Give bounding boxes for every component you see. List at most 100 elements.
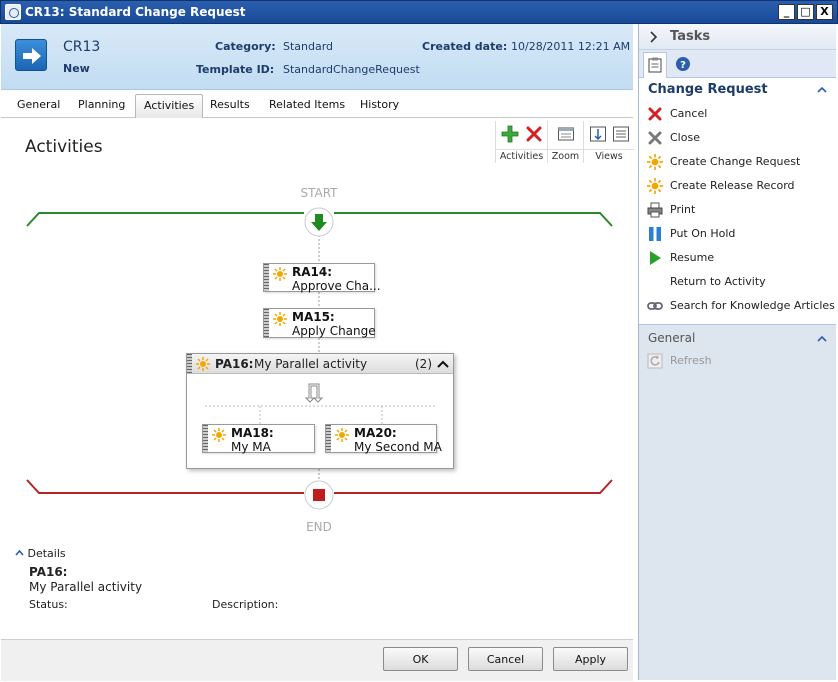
tasks-tabs: ? [639, 50, 836, 78]
tasks-header: Tasks [639, 24, 836, 50]
svg-text:?: ? [680, 60, 686, 71]
tab-planning[interactable]: Planning [70, 94, 133, 118]
task-create-change-request[interactable]: Create Change Request [647, 152, 832, 172]
created-date-label: Created date: [422, 40, 508, 53]
activities-panel: Activities Activities Zoom Views START R [1, 119, 634, 639]
details-activity-id: PA16: [29, 565, 68, 579]
task-cancel[interactable]: Cancel [647, 104, 832, 124]
task-print[interactable]: Print [647, 200, 832, 220]
cancel-button[interactable]: Cancel [468, 647, 543, 671]
help-icon[interactable]: ? [675, 56, 691, 72]
activity-id: MA20: [354, 426, 397, 440]
drag-handle[interactable] [187, 354, 192, 373]
tab-results[interactable]: Results [202, 94, 258, 118]
activity-name: My Second MA [354, 440, 442, 454]
printer-icon [647, 202, 663, 218]
record-id: CR13 [63, 39, 101, 55]
task-return-to-activity[interactable]: Return to Activity [647, 272, 832, 292]
activity-node-ra14[interactable]: RA14: Approve Cha... [263, 263, 381, 293]
start-label: START [300, 186, 338, 200]
pause-icon [649, 227, 661, 241]
activity-name: My MA [231, 440, 271, 454]
collapse-chevron-up-icon[interactable] [437, 359, 449, 369]
drag-handle[interactable] [264, 309, 269, 337]
drag-handle[interactable] [326, 425, 331, 452]
details-label: Details [27, 547, 66, 560]
task-label: Refresh [670, 354, 712, 367]
tab-activities[interactable]: Activities [135, 94, 204, 118]
activity-node-ma15[interactable]: MA15: Apply Change [263, 308, 376, 338]
task-label: Put On Hold [670, 227, 736, 240]
tasks-title: Tasks [670, 29, 711, 44]
maximize-button[interactable]: □ [797, 4, 814, 20]
task-close[interactable]: Close [647, 128, 832, 148]
task-label: Return to Activity [670, 275, 766, 288]
tab-general[interactable]: General [9, 94, 68, 118]
details-status-label: Status: [29, 598, 68, 611]
sun-icon [212, 428, 226, 442]
parallel-activity-count: (2) [415, 357, 432, 371]
parallel-activity-header[interactable]: PA16: My Parallel activity (2) [187, 354, 453, 374]
form-footer: OK Cancel Apply [1, 639, 633, 681]
drag-handle[interactable] [203, 425, 208, 452]
end-label: END [306, 520, 332, 534]
collapse-chevron-up-icon[interactable] [817, 335, 827, 342]
red-x-icon [648, 107, 662, 121]
details-toggle[interactable]: Details [15, 547, 66, 560]
task-search-knowledge-articles[interactable]: Search for Knowledge Articles [647, 296, 835, 316]
window-title: CR13: Standard Change Request [25, 5, 246, 19]
collapse-chevron-up-icon[interactable] [817, 86, 827, 93]
parallel-activity-name: My Parallel activity [254, 357, 368, 371]
app-icon [5, 4, 21, 20]
activity-node-ma18[interactable]: MA18: My MA [202, 424, 315, 454]
task-label: Print [670, 203, 696, 216]
chevron-right-icon[interactable] [649, 31, 657, 43]
start-down-arrow-icon [304, 207, 334, 237]
drag-handle[interactable] [264, 264, 269, 291]
sun-icon [647, 178, 663, 194]
minimize-button[interactable]: _ [778, 4, 795, 20]
activity-id: RA14: [292, 265, 333, 279]
ok-button[interactable]: OK [383, 647, 458, 671]
category-value: Standard [283, 40, 334, 53]
gray-x-icon [648, 131, 662, 145]
close-window-button[interactable]: X [816, 4, 833, 20]
task-resume[interactable]: Resume [647, 248, 832, 268]
tab-tasks-clipboard[interactable] [643, 52, 667, 78]
template-value: StandardChangeRequest [283, 63, 420, 76]
apply-button[interactable]: Apply [553, 647, 628, 671]
end-stop-icon [304, 480, 334, 510]
sun-icon [196, 357, 210, 371]
form-header: CR13 New Category: Standard Template ID:… [1, 24, 633, 90]
play-icon [650, 251, 661, 265]
clipboard-icon [648, 57, 662, 73]
task-label: Resume [670, 251, 715, 264]
category-label: Category: [215, 40, 276, 53]
sun-icon [647, 154, 663, 170]
task-create-release-record[interactable]: Create Release Record [647, 176, 832, 196]
parallel-connectors [205, 383, 437, 424]
task-label: Close [670, 131, 700, 144]
activity-id: MA15: [292, 310, 335, 324]
general-section: General Refresh [639, 324, 836, 680]
task-label: Create Change Request [670, 155, 801, 168]
details-activity-name: My Parallel activity [29, 580, 143, 594]
tasks-pane: Tasks ? Change Request Cancel Close Crea… [638, 24, 836, 680]
chevron-up-icon [15, 549, 24, 556]
task-label: Create Release Record [670, 179, 795, 192]
tab-related-items[interactable]: Related Items [261, 94, 353, 118]
sun-icon [335, 428, 349, 442]
refresh-icon [647, 353, 663, 369]
parallel-activity-pa16[interactable]: PA16: My Parallel activity (2) MA18: My … [186, 353, 454, 469]
details-description-label: Description: [212, 598, 279, 611]
task-label: Cancel [670, 107, 708, 120]
template-label: Template ID: [196, 63, 275, 76]
activity-name: Approve Cha... [292, 279, 381, 293]
tab-history[interactable]: History [352, 94, 407, 118]
task-refresh[interactable]: Refresh [647, 351, 767, 371]
sun-icon [273, 312, 287, 326]
activity-name: Apply Change [292, 324, 376, 338]
activity-node-ma20[interactable]: MA20: My Second MA [325, 424, 442, 454]
record-status: New [63, 62, 90, 75]
task-put-on-hold[interactable]: Put On Hold [647, 224, 832, 244]
